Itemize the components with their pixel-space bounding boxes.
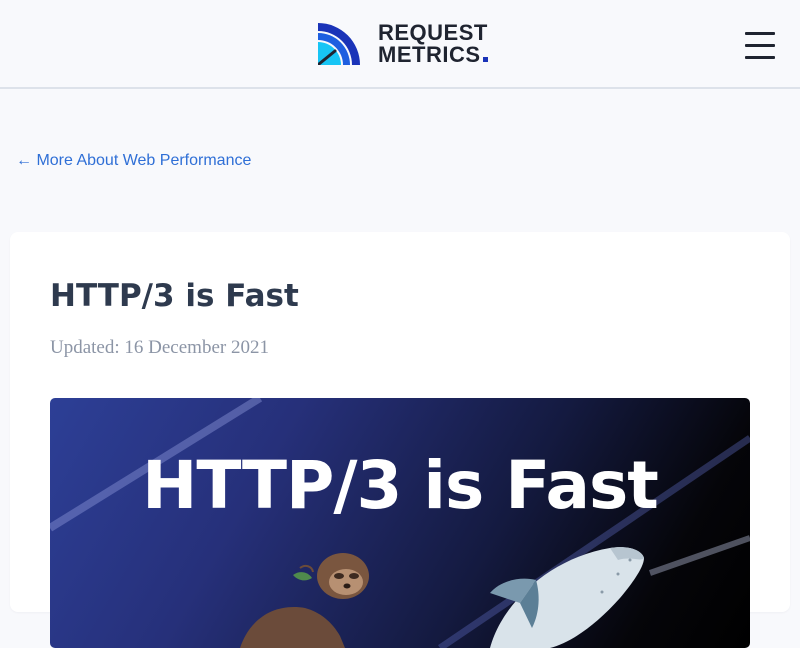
hero-headline: HTTP/3 is Fast bbox=[142, 447, 659, 524]
updated-date: Updated: 16 December 2021 bbox=[50, 337, 269, 358]
logo-mark-icon bbox=[318, 23, 360, 65]
logo-line-request: REQUEST bbox=[378, 20, 488, 45]
logo-dot bbox=[482, 57, 488, 62]
logo-line-metrics: METRICS bbox=[378, 42, 481, 67]
sloth-illustration bbox=[240, 553, 369, 648]
rocket-illustration bbox=[490, 547, 644, 648]
menu-bar bbox=[745, 56, 775, 59]
article-card: HTTP/3 is Fast Updated: 16 December 2021 bbox=[10, 232, 790, 648]
article-title: HTTP/3 is Fast bbox=[50, 278, 299, 314]
logo-wordmark: REQUEST METRICS bbox=[378, 22, 488, 66]
hero-image: HTTP/3 is Fast bbox=[50, 398, 750, 648]
menu-bar bbox=[745, 32, 775, 35]
menu-bar bbox=[745, 44, 775, 47]
request-metrics-logo[interactable]: REQUEST METRICS bbox=[318, 22, 488, 66]
hamburger-menu-icon[interactable] bbox=[742, 28, 778, 62]
site-header: REQUEST METRICS bbox=[0, 0, 800, 89]
back-to-web-performance-link[interactable]: ← More About Web Performance bbox=[16, 151, 251, 171]
